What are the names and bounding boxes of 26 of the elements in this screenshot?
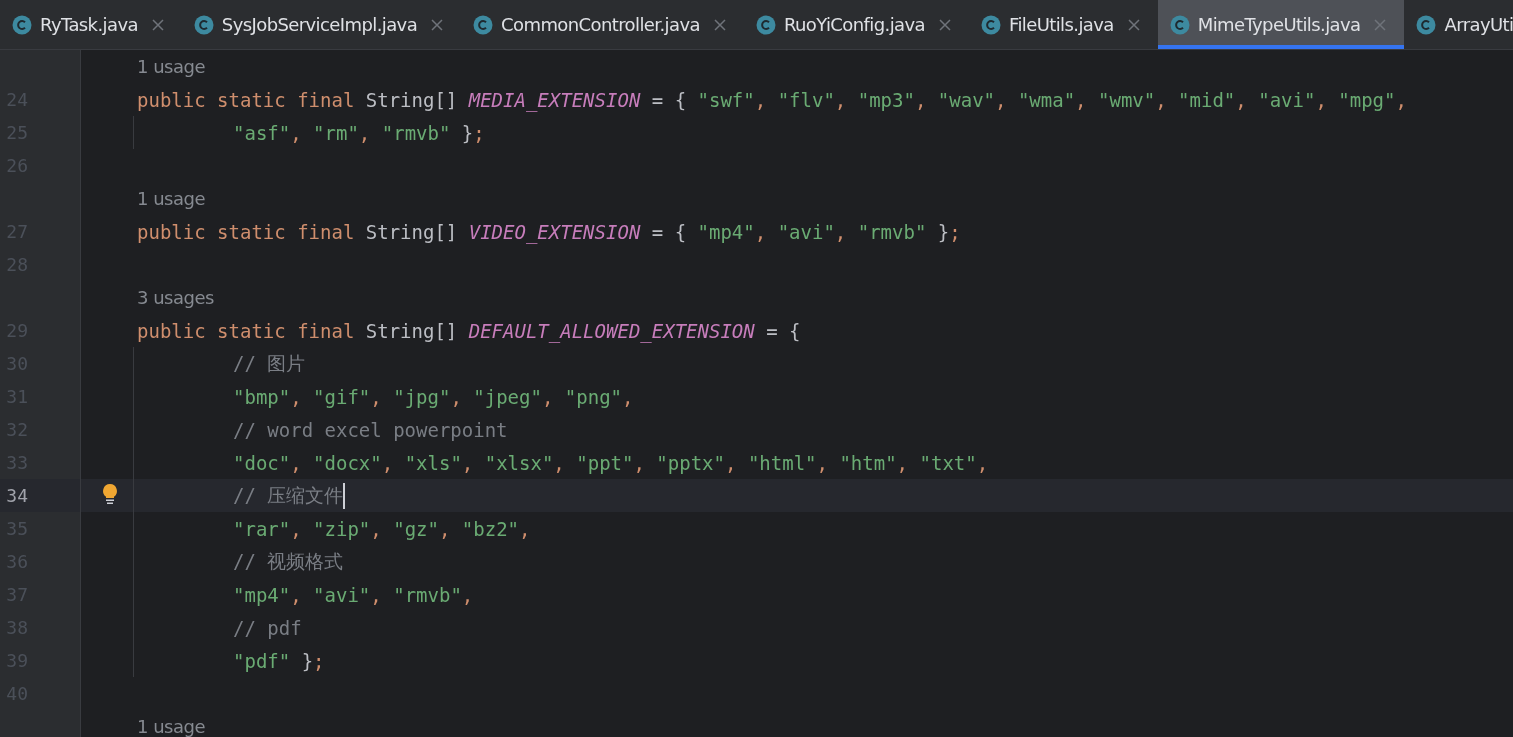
line-number: 34 <box>5 485 28 506</box>
code-line: public static final String[] DEFAULT_ALLOWED_EXTENSION = { <box>137 319 801 342</box>
code-line: // 图片 <box>233 350 306 376</box>
code-line: "asf", "rm", "rmvb" }; <box>233 121 485 144</box>
code-line: public static final String[] MEDIA_EXTENSION = { "swf", "flv", "mp3", "wav", "wma", "wmv", "mid", "avi", "mpg", <box>137 88 1407 111</box>
code-line: "bmp", "gif", "jpg", "jpeg", "png", <box>233 385 634 408</box>
editor-tab[interactable]: FileUtils.java <box>968 0 1158 49</box>
usage-hint[interactable]: 1 usage <box>81 56 205 77</box>
editor-tab[interactable]: ArrayUti <box>1404 0 1513 49</box>
editor-tab[interactable]: MimeTypeUtils.java <box>1157 0 1405 49</box>
usage-hint[interactable]: 1 usage <box>81 188 205 209</box>
code-line: // 压缩文件 <box>233 482 344 508</box>
code-line: // pdf <box>233 616 302 639</box>
editor-tab[interactable]: RuoYiConfig.java <box>743 0 969 49</box>
editor-tab[interactable]: RyTask.java <box>0 0 182 49</box>
usage-hint[interactable]: 1 usage <box>81 716 205 737</box>
code-line: // word excel powerpoint <box>233 418 508 441</box>
code-line: // 视频格式 <box>233 548 344 574</box>
editor-tab[interactable]: CommonController.java <box>461 0 744 49</box>
code-line: "pdf" }; <box>233 649 325 672</box>
code-line: "mp4", "avi", "rmvb", <box>233 583 474 606</box>
code-line: "rar", "zip", "gz", "bz2", <box>233 517 531 540</box>
editor-tab[interactable]: SysJobServiceImpl.java <box>181 0 462 49</box>
code-line: public static final String[] VIDEO_EXTENSION = { "mp4", "avi", "rmvb" }; <box>137 220 961 243</box>
code-line: "doc", "docx", "xls", "xlsx", "ppt", "pptx", "html", "htm", "txt", <box>233 451 989 474</box>
usage-hint[interactable]: 3 usages <box>81 287 214 308</box>
